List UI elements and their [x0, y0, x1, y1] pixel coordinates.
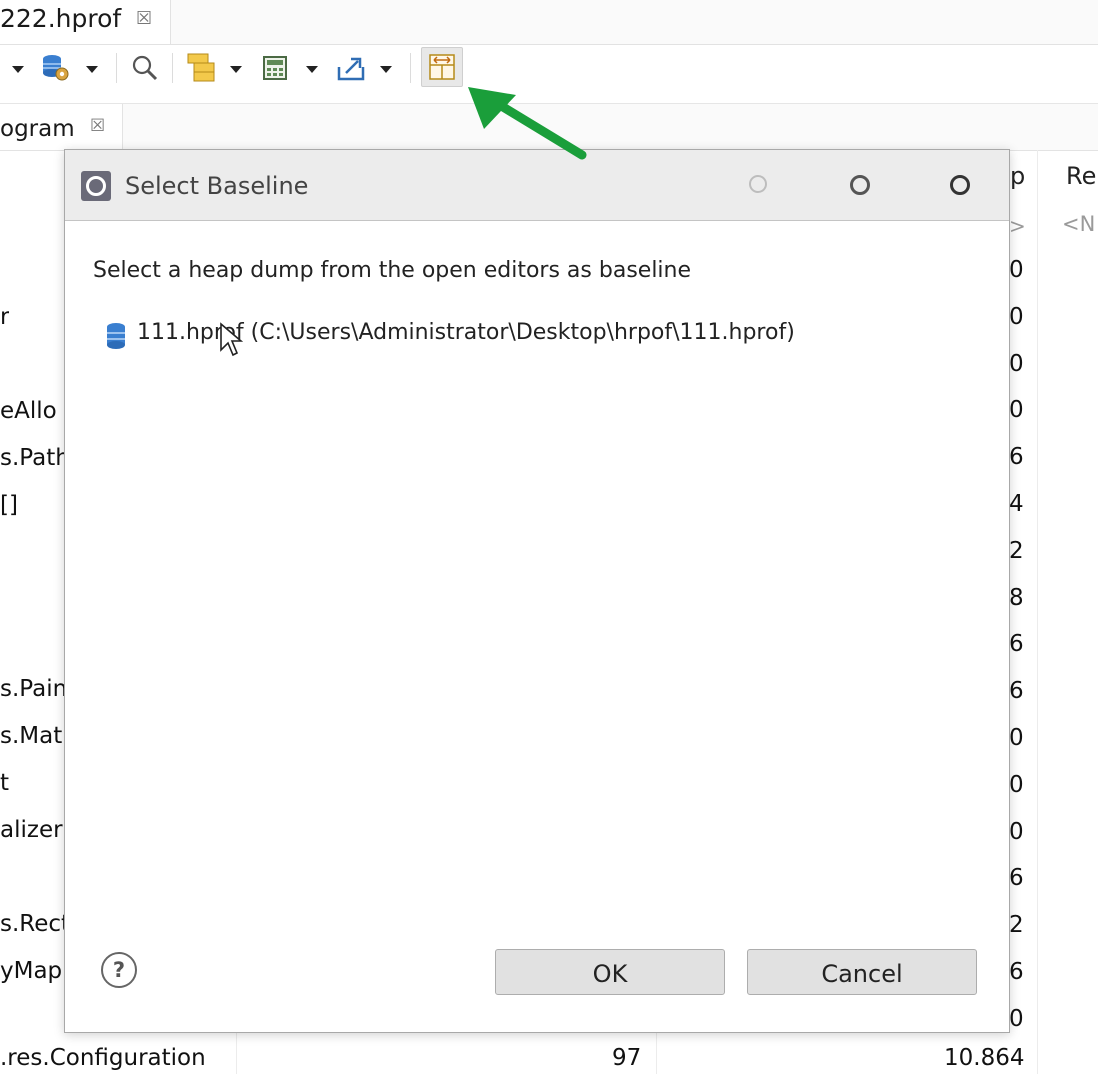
compare-to-baseline-button[interactable]: [421, 47, 463, 87]
table-cell-objects: 97: [612, 1045, 642, 1071]
table-cell-shallow-heap: 6: [1009, 444, 1024, 471]
dialog-message: Select a heap dump from the open editors…: [93, 258, 692, 283]
table-cell-class-name: yMap: [0, 958, 63, 984]
export-icon[interactable]: [336, 53, 368, 83]
chevron-down-icon[interactable]: [380, 66, 392, 73]
column-divider: [1037, 150, 1038, 1074]
table-cell-shallow-heap: 6: [1009, 631, 1024, 658]
table-cell-shallow-heap: 0: [1009, 303, 1024, 330]
filter-cell[interactable]: >: [1009, 214, 1026, 238]
database-icon: [107, 323, 125, 349]
column-header-retained-heap[interactable]: Re: [1066, 162, 1096, 190]
toolbar-separator: [116, 53, 117, 83]
chevron-down-icon[interactable]: [230, 66, 242, 73]
table-cell-shallow-heap: 0: [1009, 771, 1024, 798]
table-cell-shallow-heap: 0: [1009, 725, 1024, 751]
toolbar-separator: [410, 53, 411, 83]
minimize-icon[interactable]: [749, 175, 767, 193]
table-cell-class-name: s.Pain: [0, 676, 68, 702]
table-cell-shallow-heap: 8: [1009, 584, 1024, 611]
column-header-shallow-heap[interactable]: p: [1010, 162, 1025, 190]
column-divider: [236, 1031, 237, 1074]
table-cell-class-name: s.Mat: [0, 723, 63, 749]
editor-tab-label: 222.hprof: [0, 4, 122, 33]
table-cell-class-name: []: [0, 492, 18, 518]
table-cell-shallow-heap: 0: [1009, 818, 1024, 845]
search-icon[interactable]: [130, 53, 160, 83]
dialog-title: Select Baseline: [125, 172, 309, 200]
toolbar-separator: [172, 53, 173, 83]
filter-cell[interactable]: <N: [1062, 212, 1095, 236]
chevron-down-icon[interactable]: [12, 66, 24, 73]
chevron-down-icon[interactable]: [306, 66, 318, 73]
chevron-down-icon[interactable]: [86, 66, 98, 73]
editor-tab-bar: 222.hprof ☒: [0, 0, 1098, 45]
ok-button[interactable]: OK: [495, 949, 725, 995]
annotation-arrow-icon: [468, 87, 587, 160]
table-cell-class-name: s.Rect: [0, 911, 71, 937]
table-cell-shallow-heap: 2: [1009, 537, 1024, 564]
table-cell-shallow-heap: 4: [1009, 491, 1024, 517]
close-icon[interactable]: ☒: [90, 116, 105, 136]
table-cell-class-name: .res.Configuration: [0, 1045, 206, 1071]
table-cell-shallow-heap: 6: [1009, 865, 1024, 892]
table-cell-class-name: eAllo: [0, 398, 57, 424]
table-cell-shallow-heap: 0: [1009, 350, 1024, 377]
table-cell-class-name: t: [0, 770, 10, 796]
table-cell-shallow-heap: 6: [1009, 678, 1024, 705]
table-cell-shallow-heap: 0: [1009, 397, 1024, 424]
app-icon: [81, 171, 111, 201]
query-browser-icon[interactable]: [186, 51, 218, 83]
help-icon[interactable]: ?: [101, 952, 137, 988]
calculator-icon[interactable]: [262, 55, 288, 81]
heap-dump-settings-icon[interactable]: [40, 52, 70, 82]
maximize-icon[interactable]: [850, 175, 870, 195]
table-cell-shallow-heap: 0: [1009, 1005, 1024, 1032]
table-cell-class-name: r: [0, 304, 10, 330]
close-icon[interactable]: [950, 175, 970, 195]
editor-tab-222-hprof[interactable]: 222.hprof ☒: [0, 0, 171, 44]
table-cell-shallow-heap: 10.864: [944, 1045, 1025, 1071]
table-cell-shallow-heap: 0: [1009, 257, 1024, 283]
view-tab-label: ogram: [0, 116, 75, 142]
select-baseline-dialog: Select Baseline Select a heap dump from …: [64, 149, 1010, 1033]
compare-icon: [429, 54, 455, 80]
table-cell-shallow-heap: 2: [1009, 912, 1024, 939]
close-icon[interactable]: ☒: [136, 8, 152, 29]
column-divider: [656, 1031, 657, 1074]
tab-histogram[interactable]: ogram ☒: [0, 104, 123, 150]
table-cell-shallow-heap: 6: [1009, 959, 1024, 985]
cancel-button[interactable]: Cancel: [747, 949, 977, 995]
table-cell-class-name: s.Path: [0, 445, 70, 471]
mouse-cursor-icon: [220, 322, 243, 357]
